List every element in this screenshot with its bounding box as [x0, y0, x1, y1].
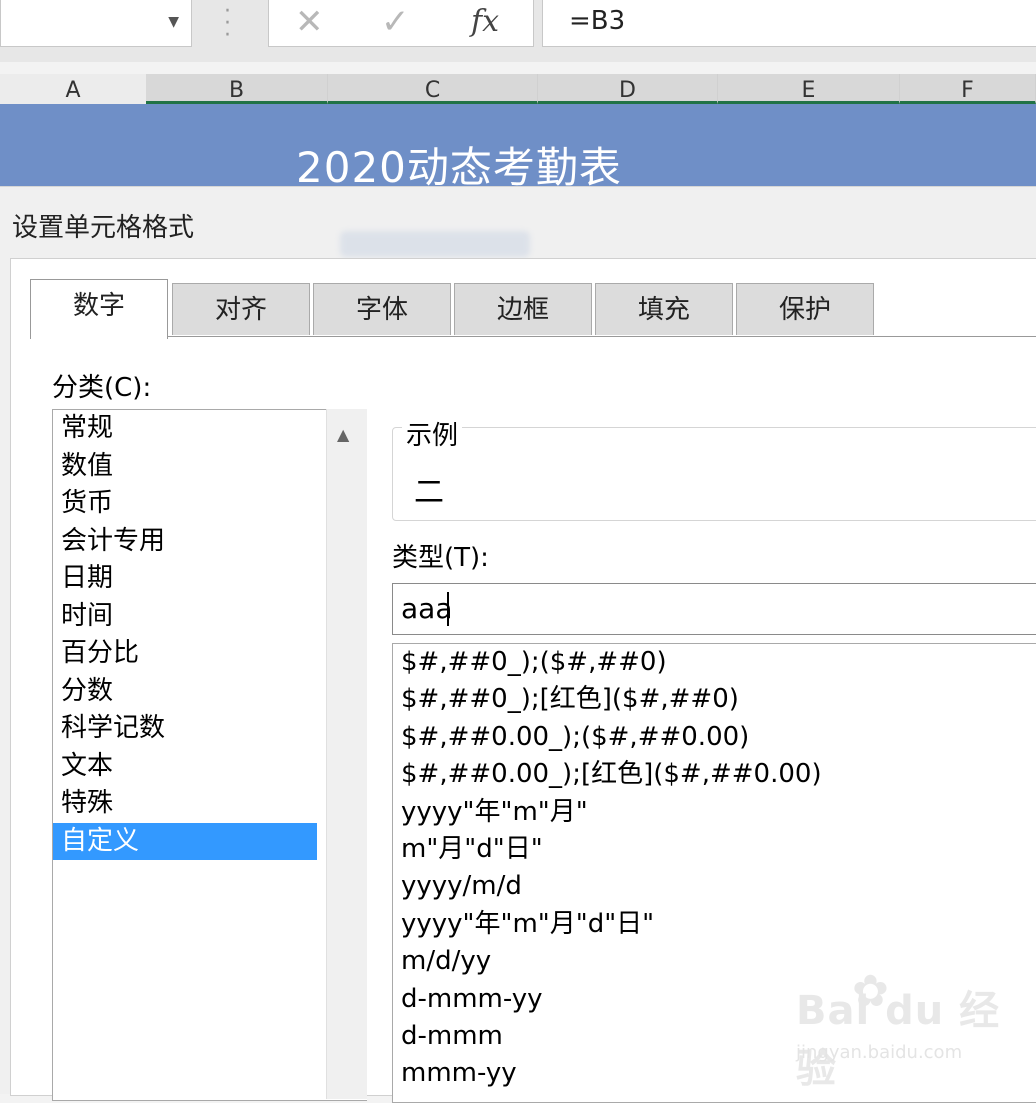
sample-box — [392, 427, 1036, 521]
drag-handle-icon[interactable]: · · · — [224, 1, 231, 47]
enter-icon[interactable]: ✓ — [381, 2, 410, 42]
format-item[interactable]: $#,##0_);($#,##0) — [393, 644, 1036, 681]
tab-divider — [30, 336, 1036, 337]
category-item[interactable]: 常规 — [53, 410, 317, 448]
column-header-d[interactable]: D — [538, 74, 718, 104]
column-header-c[interactable]: C — [328, 74, 538, 104]
column-header-a[interactable]: A — [0, 74, 147, 104]
category-label: 分类(C): — [52, 373, 152, 403]
category-item[interactable]: 分数 — [53, 673, 317, 711]
format-item[interactable]: $#,##0.00_);[红色]($#,##0.00) — [393, 756, 1036, 793]
tab-border[interactable]: 边框 — [454, 283, 592, 335]
category-list[interactable]: 常规 数值 货币 会计专用 日期 时间 百分比 分数 科学记数 文本 特殊 自定… — [52, 409, 367, 1101]
column-header-b[interactable]: B — [146, 74, 328, 104]
type-label: 类型(T): — [392, 543, 489, 573]
insert-function-icon[interactable]: fx — [471, 4, 499, 39]
category-item[interactable]: 文本 — [53, 748, 317, 786]
type-input-value: aaa — [401, 592, 453, 625]
category-item[interactable]: 会计专用 — [53, 523, 317, 561]
format-item[interactable]: yyyy"年"m"月"d"日" — [393, 906, 1036, 943]
format-item[interactable]: $#,##0.00_);($#,##0.00) — [393, 719, 1036, 756]
category-item[interactable]: 时间 — [53, 598, 317, 636]
scroll-up-icon[interactable]: ▲ — [337, 425, 349, 444]
category-item[interactable]: 日期 — [53, 560, 317, 598]
tab-fill[interactable]: 填充 — [595, 283, 733, 335]
column-header-f[interactable]: F — [900, 74, 1036, 104]
cancel-icon[interactable]: ✕ — [295, 2, 324, 42]
category-item[interactable]: 货币 — [53, 485, 317, 523]
formula-buttons: ✕ ✓ fx — [268, 0, 534, 47]
sheet-title-cell[interactable]: 2020动态考勤表 — [0, 104, 1036, 192]
format-item[interactable]: yyyy"年"m"月" — [393, 794, 1036, 831]
text-caret — [447, 592, 449, 626]
format-cells-dialog: 设置单元格格式 数字 对齐 字体 边框 填充 保护 分类(C): 常规 数值 货… — [0, 186, 1036, 1103]
baidu-watermark: ✿ Bai du 经验 jingyan.baidu.com — [796, 966, 1016, 1092]
chevron-down-icon[interactable]: ▼ — [168, 14, 179, 30]
category-item[interactable]: 科学记数 — [53, 710, 317, 748]
category-item[interactable]: 百分比 — [53, 635, 317, 673]
formula-input[interactable]: =B3 — [542, 0, 1036, 47]
category-scrollbar[interactable]: ▲ — [326, 409, 367, 1099]
type-input[interactable]: aaa — [392, 583, 1036, 635]
watermark-logo: Bai du 经验 — [796, 988, 1001, 1092]
tab-number[interactable]: 数字 — [30, 279, 168, 339]
category-item[interactable]: 特殊 — [53, 785, 317, 823]
column-header-e[interactable]: E — [718, 74, 900, 104]
blurred-background — [340, 231, 530, 257]
sample-label: 示例 — [402, 415, 463, 452]
category-item[interactable]: 数值 — [53, 448, 317, 486]
tab-font[interactable]: 字体 — [313, 283, 451, 335]
format-item[interactable]: m"月"d"日" — [393, 831, 1036, 868]
watermark-url: jingyan.baidu.com — [796, 1042, 963, 1063]
tab-alignment[interactable]: 对齐 — [172, 283, 310, 335]
formula-text: =B3 — [569, 6, 626, 36]
formula-bar: ▼ · · · ✕ ✓ fx =B3 — [0, 0, 1036, 62]
format-item[interactable]: $#,##0_);[红色]($#,##0) — [393, 681, 1036, 718]
tab-protection[interactable]: 保护 — [736, 283, 874, 335]
format-item[interactable]: yyyy/m/d — [393, 868, 1036, 905]
sample-value: 二 — [414, 475, 444, 510]
column-headers: A B C D E F — [0, 74, 1036, 105]
format-item[interactable]: m/d/yy — [393, 943, 1036, 980]
name-box[interactable]: ▼ — [0, 0, 192, 47]
dialog-title: 设置单元格格式 — [12, 213, 195, 243]
category-item-selected[interactable]: 自定义 — [53, 822, 317, 860]
